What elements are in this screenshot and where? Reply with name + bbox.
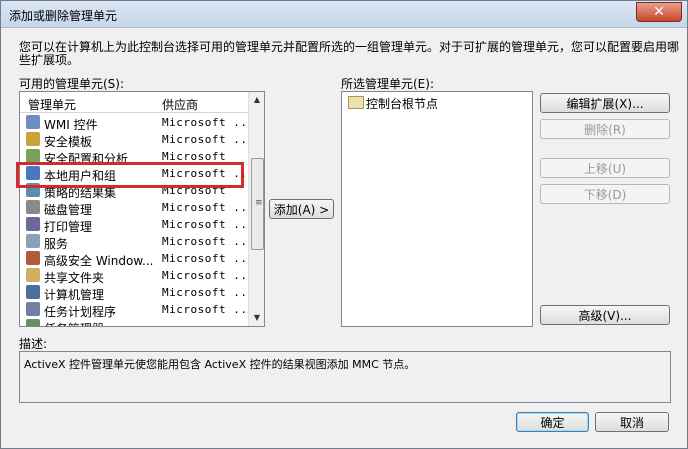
clock-icon [26,302,40,316]
add-button[interactable]: 添加(A) > [269,199,334,219]
edit-extensions-button[interactable]: 编辑扩展(X)... [540,93,670,113]
list-header: 管理单元 供应商 [20,92,248,113]
column-header-snapin[interactable]: 管理单元 [28,96,76,113]
table-row[interactable]: 任务管理器 [20,318,248,326]
column-header-vendor[interactable]: 供应商 [162,96,198,113]
table-row[interactable]: 磁盘管理 Microsoft ... [20,199,254,217]
snapin-vendor: Microsoft ... [162,133,255,146]
shared-folder-icon [26,268,40,282]
cancel-button[interactable]: 取消 [595,412,669,432]
table-row[interactable]: 任务计划程序 Microsoft ... [20,301,254,319]
snapin-vendor: Microsoft ... [162,218,255,231]
table-row[interactable]: WMI 控件 Microsoft ... [20,114,254,132]
description-text: ActiveX 控件管理单元使您能用包含 ActiveX 控件的结果视图添加 M… [24,358,416,371]
snapin-vendor: Microsoft ... [162,303,255,316]
close-button[interactable]: ✕ [636,2,682,22]
description-label: 描述: [19,337,48,351]
list-scrollbar[interactable]: ▲ ≡ ▼ [248,92,264,326]
printer-icon [26,217,40,231]
table-row[interactable]: 计算机管理 Microsoft ... [20,284,254,302]
move-up-button[interactable]: 上移(U) [540,158,670,178]
table-row[interactable]: 安全模板 Microsoft ... [20,131,254,149]
snapin-vendor: Microsoft ... [162,235,255,248]
scroll-down-icon[interactable]: ▼ [249,310,264,326]
security-config-icon [26,149,40,163]
description-box: ActiveX 控件管理单元使您能用包含 ActiveX 控件的结果视图添加 M… [19,351,671,403]
title-bar[interactable]: 添加或删除管理单元 ✕ [1,1,687,28]
console-root-label: 控制台根节点 [366,97,439,111]
wmi-icon [26,115,40,129]
selected-row-highlight [16,162,244,188]
firewall-icon [26,251,40,265]
remove-button[interactable]: 删除(R) [540,119,670,139]
computer-icon [26,285,40,299]
snapin-vendor: Microsoft ... [162,286,255,299]
snapin-vendor: Microsoft ... [162,201,255,214]
advanced-button[interactable]: 高级(V)... [540,305,670,325]
grip-icon: ≡ [255,198,263,208]
window-title: 添加或删除管理单元 [9,9,118,23]
table-row[interactable]: 共享文件夹 Microsoft ... [20,267,254,285]
available-snapins-list[interactable]: 管理单元 供应商 WMI 控件 Microsoft ... 安全模板 Microsof… [19,91,265,327]
security-template-icon [26,132,40,146]
move-down-button[interactable]: 下移(D) [540,184,670,204]
add-remove-snapin-dialog: 添加或删除管理单元 ✕ 您可以在计算机上为此控制台选择可用的管理单元并配置所选的… [0,0,688,449]
snapin-vendor: Microsoft ... [162,269,255,282]
folder-icon [348,96,364,109]
selected-snapins-label: 所选管理单元(E): [341,77,434,91]
available-snapins-label: 可用的管理单元(S): [19,77,125,91]
disk-icon [26,200,40,214]
services-icon [26,234,40,248]
snapin-vendor: Microsoft ... [162,252,255,265]
selected-snapins-list[interactable]: 控制台根节点 [341,91,533,327]
table-row[interactable]: 打印管理 Microsoft ... [20,216,254,234]
task-icon [26,319,40,326]
table-row[interactable]: 服务 Microsoft ... [20,233,254,251]
table-row[interactable]: 高级安全 Window... Microsoft ... [20,250,254,268]
snapin-name: 任务管理器 [44,320,104,326]
scroll-up-icon[interactable]: ▲ [249,92,264,108]
scroll-thumb[interactable]: ≡ [251,158,264,250]
intro-text: 您可以在计算机上为此控制台选择可用的管理单元并配置所选的一组管理单元。对于可扩展… [19,40,680,67]
ok-button[interactable]: 确定 [516,412,589,432]
snapin-vendor: Microsoft ... [162,116,255,129]
